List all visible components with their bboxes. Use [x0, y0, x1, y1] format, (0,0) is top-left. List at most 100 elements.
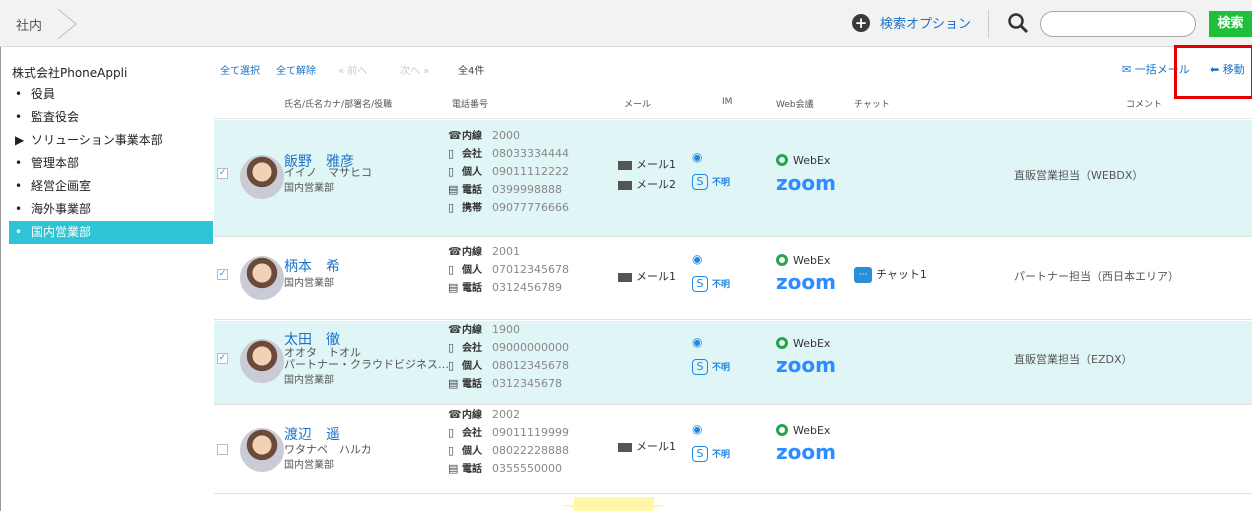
person-name[interactable]: 柄本 希 [284, 256, 340, 276]
mail-label: メール1 [636, 158, 676, 171]
table-row[interactable]: ✓ 太田 徹 オオタ トオル パートナー・クラウドビジネス… 国内営業部 ☎内線… [214, 321, 1252, 405]
phone-line[interactable]: ☎内線 2000 [448, 127, 520, 145]
presence-icon[interactable]: ◉ [692, 150, 702, 164]
phone-label: 会社 [462, 343, 482, 354]
deselect-all-link[interactable]: 全て解除 [276, 62, 316, 77]
phone-line[interactable]: ☎内線 2001 [448, 243, 520, 261]
tree-expand-icon[interactable]: ▶ [15, 129, 31, 152]
person-kana: ワタナベ ハルカ [284, 443, 372, 456]
org-root[interactable]: 株式会社PhoneAppli [12, 64, 127, 81]
tree-item-kanri[interactable]: • 管理本部 [9, 152, 213, 175]
tree-item-kaigai[interactable]: • 海外事業部 [9, 198, 213, 221]
tree-item-kokunai[interactable]: • 国内営業部 [9, 221, 213, 244]
phone-line[interactable]: ▤ 電話 0355550000 [448, 460, 562, 478]
phone-line[interactable]: ▯ 携帯 09077776666 [448, 199, 569, 217]
phone-number: 1900 [492, 323, 520, 336]
mobile-icon: ▯ [448, 359, 455, 372]
phone-line[interactable]: ☎内線 1900 [448, 321, 520, 339]
phone-line[interactable]: ▯ 個人 08012345678 [448, 357, 569, 375]
tree-item-yakuin[interactable]: • 役員 [9, 83, 213, 106]
phone-label: 携帯 [462, 203, 482, 214]
phone-label: 個人 [462, 446, 482, 457]
zoom-link[interactable]: zoom [776, 270, 836, 294]
webex-icon [776, 424, 788, 436]
skype-icon: S [692, 276, 708, 292]
row-checkbox[interactable]: ✓ [217, 269, 228, 280]
webex-link[interactable]: WebEx [776, 424, 830, 437]
contact-list: 全て選択 全て解除 « 前へ 次へ » 全4件 ✉ 一括メール ⬅ 移動 氏名/… [214, 47, 1252, 511]
webex-link[interactable]: WebEx [776, 337, 830, 350]
next-page-link[interactable]: 次へ » [400, 62, 429, 77]
phone-line[interactable]: ▯ 会社 09000000000 [448, 339, 569, 357]
col-phone: 電話番号 [452, 100, 489, 110]
tree-item-label: 経営企画室 [31, 179, 92, 193]
mobile-icon: ▯ [448, 426, 455, 439]
zoom-link[interactable]: zoom [776, 440, 836, 464]
table-row[interactable]: ✓ 飯野 雅彦 イイノ マサヒコ 国内営業部 ☎内線 2000 ▯ 会社 080333… [214, 120, 1252, 237]
desk-phone-icon: ▤ [448, 183, 459, 196]
phone-line[interactable]: ▯ 個人 08022228888 [448, 442, 569, 460]
envelope-icon: ✉ [1122, 63, 1135, 76]
skype-link[interactable]: S 不明 [692, 276, 730, 292]
phone-line[interactable]: ▯ 個人 07012345678 [448, 261, 569, 279]
top-bar: 社内 + 検索オプション 検索 [0, 0, 1252, 47]
select-all-link[interactable]: 全て選択 [220, 62, 260, 77]
phone-number: 09011112222 [492, 165, 569, 178]
tree-item-label: 監査役会 [31, 110, 80, 124]
phone-number: 08012345678 [492, 359, 569, 372]
search-options-label[interactable]: 検索オプション [880, 13, 971, 32]
mail-link[interactable]: メール1 [618, 156, 676, 172]
mail-link[interactable]: メール1 [618, 438, 676, 454]
envelope-icon [618, 442, 632, 452]
skype-icon: S [692, 174, 708, 190]
search-options-toggle[interactable]: + 検索オプション [852, 13, 971, 32]
row-checkbox[interactable]: ✓ [217, 353, 228, 364]
presence-icon[interactable]: ◉ [692, 422, 702, 436]
table-row[interactable]: ✓ 柄本 希 国内営業部 ☎内線 2001 ▯ 個人 07012345678 ▤ 電話 0… [214, 238, 1252, 320]
phone-line[interactable]: ▤ 電話 0399998888 [448, 181, 562, 199]
prev-page-link[interactable]: « 前へ [338, 62, 367, 77]
table-row[interactable]: 渡辺 遥 ワタナベ ハルカ 国内営業部 ☎内線 2002 ▯ 会社 090111199… [214, 406, 1252, 494]
phone-line[interactable]: ☎内線 2002 [448, 406, 520, 424]
tree-item-keiei[interactable]: • 経営企画室 [9, 175, 213, 198]
webex-link[interactable]: WebEx [776, 154, 830, 167]
phone-line[interactable]: ▯ 個人 09011112222 [448, 163, 569, 181]
mail-link[interactable]: メール2 [618, 176, 676, 192]
person-dept: 国内営業部 [284, 460, 334, 471]
breadcrumb-label[interactable]: 社内 [10, 15, 56, 34]
list-toolbar: 全て選択 全て解除 « 前へ 次へ » 全4件 ✉ 一括メール ⬅ 移動 [214, 47, 1252, 89]
skype-link[interactable]: S 不明 [692, 446, 730, 462]
skype-link[interactable]: S 不明 [692, 359, 730, 375]
phone-line[interactable]: ▤ 電話 0312456789 [448, 279, 562, 297]
skype-icon: S [692, 446, 708, 462]
presence-icon[interactable]: ◉ [692, 252, 702, 266]
phone-line[interactable]: ▯ 会社 09011119999 [448, 424, 569, 442]
breadcrumb[interactable]: 社内 [10, 9, 78, 39]
phone-icon: ☎ [448, 245, 462, 258]
webex-link[interactable]: WebEx [776, 254, 830, 267]
zoom-link[interactable]: zoom [776, 353, 836, 377]
row-checkbox[interactable] [217, 444, 228, 455]
phone-line[interactable]: ▯ 会社 08033334444 [448, 145, 569, 163]
tree-item-solution[interactable]: ▶ ソリューション事業本部 [9, 129, 213, 152]
search-icon[interactable] [1006, 11, 1030, 35]
chat-link[interactable]: ··· チャット1 [854, 266, 927, 283]
phone-number: 0355550000 [492, 462, 562, 475]
phone-label: 個人 [462, 361, 482, 372]
search-button[interactable]: 検索 [1209, 11, 1252, 37]
avatar [240, 428, 284, 472]
tree-item-kansayakukai[interactable]: • 監査役会 [9, 106, 213, 129]
skype-link[interactable]: S 不明 [692, 174, 730, 190]
phone-line[interactable]: ▤ 電話 0312345678 [448, 375, 562, 393]
avatar [240, 339, 284, 383]
person-dept: 国内営業部 [284, 375, 334, 386]
divider [988, 10, 989, 38]
row-checkbox[interactable]: ✓ [217, 168, 228, 179]
person-name[interactable]: 渡辺 遥 [284, 424, 340, 444]
presence-icon[interactable]: ◉ [692, 335, 702, 349]
result-count: 全4件 [458, 66, 485, 77]
search-input[interactable] [1040, 11, 1196, 37]
mail-link[interactable]: メール1 [618, 268, 676, 284]
org-tree-sidebar: 株式会社PhoneAppli • 役員 • 監査役会 ▶ ソリューション事業本部 • 管… [0, 47, 214, 511]
zoom-link[interactable]: zoom [776, 171, 836, 195]
